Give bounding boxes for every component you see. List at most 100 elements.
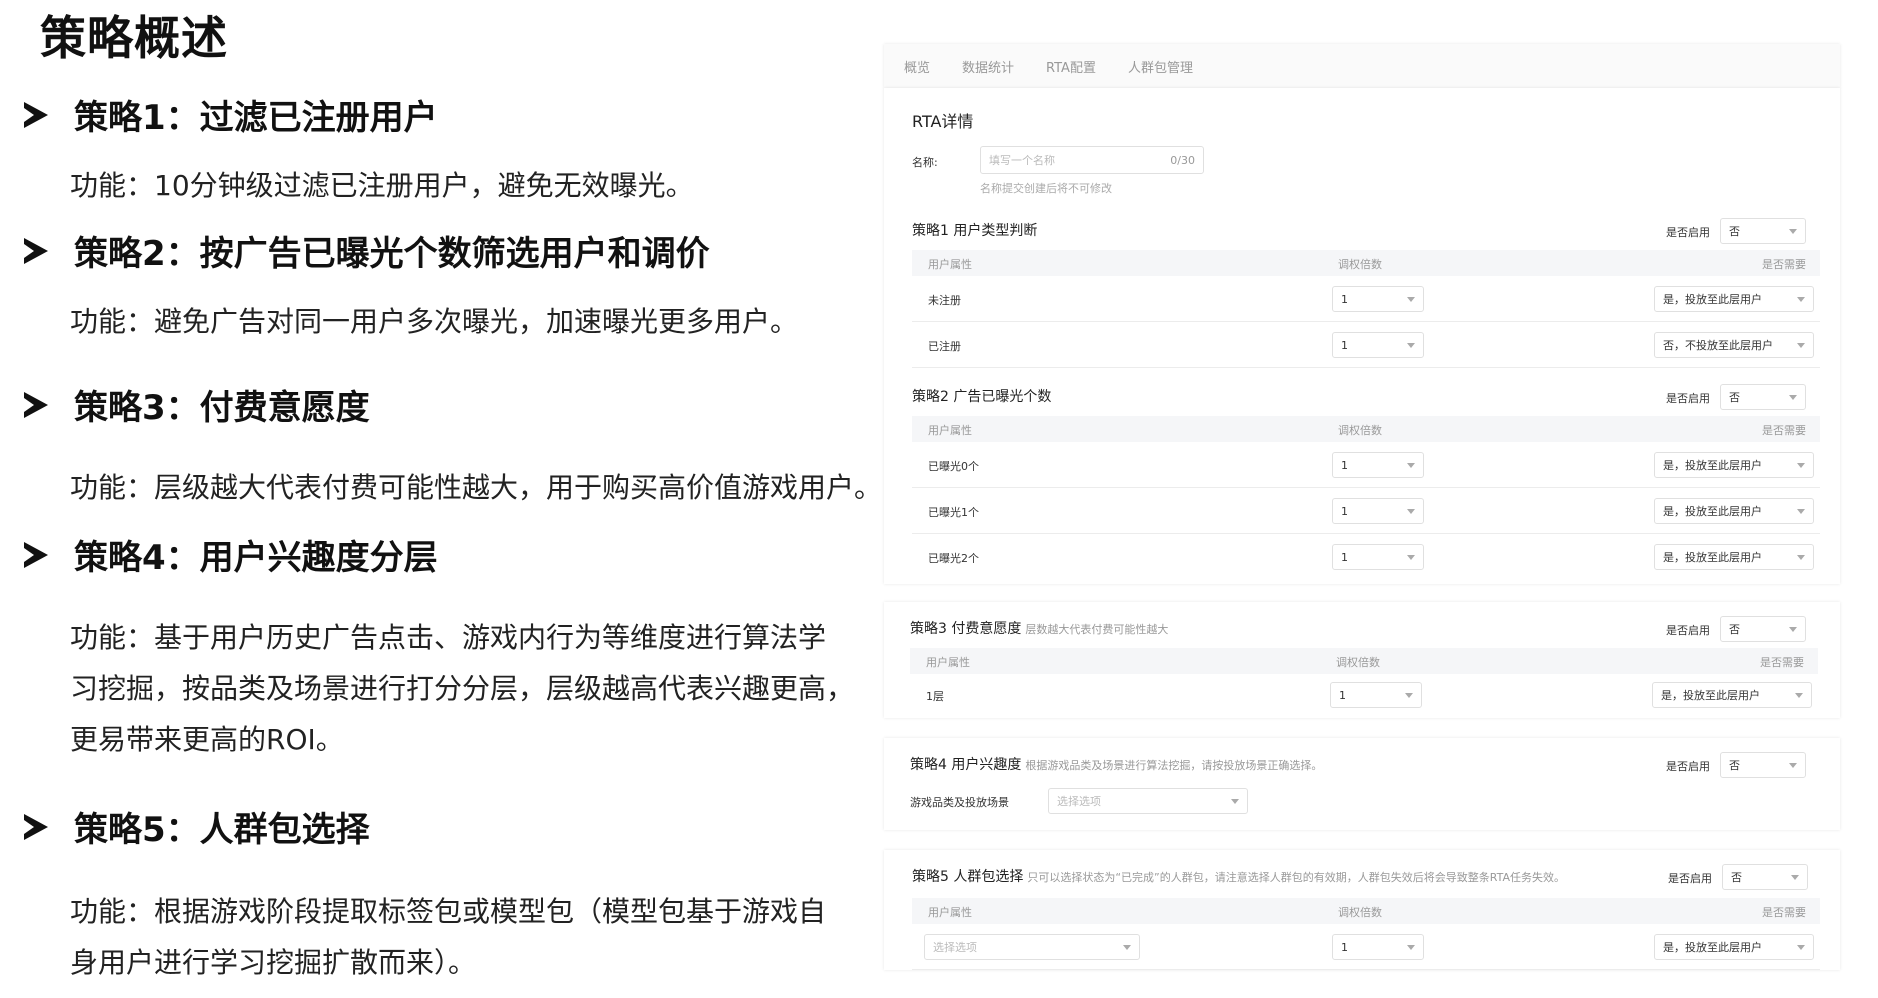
table-row: 未注册 1 是，投放至此层用户 (912, 276, 1820, 322)
rta-detail-title: RTA详情 (912, 112, 974, 131)
select-value: 是，投放至此层用户 (1663, 941, 1762, 954)
strategy-5-card: 策略5 人群包选择 只可以选择状态为“已完成”的人群包，请注意选择人群包的有效期，… (884, 850, 1840, 970)
tab-data-stats[interactable]: 数据统计 (962, 57, 1014, 76)
chevron-down-icon (1407, 509, 1415, 514)
need-select[interactable]: 是，投放至此层用户 (1652, 682, 1812, 708)
nav-tabs: 概览 数据统计 RTA配置 人群包管理 (884, 44, 1840, 88)
arrow-bullet-icon (22, 99, 52, 131)
arrow-bullet-icon (22, 539, 52, 571)
strategy-3-enable-select[interactable]: 否 (1720, 616, 1806, 642)
table-header: 用户属性 调权倍数 是否需要 (912, 898, 1820, 924)
multiplier-select[interactable]: 1 (1332, 286, 1424, 312)
row-attr: 已曝光0个 (928, 460, 979, 473)
chevron-down-icon (1407, 343, 1415, 348)
chevron-down-icon (1795, 693, 1803, 698)
enable-label: 是否启用 (1666, 392, 1710, 405)
row-attr: 已曝光1个 (928, 506, 979, 519)
strategy-5-section-title: 策略5 人群包选择 只可以选择状态为“已完成”的人群包，请注意选择人群包的有效期，… (912, 866, 1565, 886)
strategy-1-heading: 策略1：过滤已注册用户 (22, 90, 438, 139)
select-value: 是，投放至此层用户 (1663, 505, 1762, 518)
tab-rta-config[interactable]: RTA配置 (1046, 57, 1096, 76)
name-hint: 名称提交创建后将不可修改 (980, 182, 1112, 195)
strategy-4-section-title: 策略4 用户兴趣度 根据游戏品类及场景进行算法挖掘，请按投放场景正确选择。 (910, 754, 1322, 774)
audience-package-select[interactable]: 选择选项 (924, 934, 1140, 960)
chevron-down-icon (1407, 945, 1415, 950)
select-value: 1 (1341, 504, 1348, 518)
need-select[interactable]: 否，不投放至此层用户 (1654, 332, 1814, 358)
multiplier-select[interactable]: 1 (1332, 452, 1424, 478)
game-category-label: 游戏品类及投放场景 (910, 796, 1009, 809)
table-row: 已注册 1 否，不投放至此层用户 (912, 322, 1820, 368)
row-attr: 已曝光2个 (928, 552, 979, 565)
need-select[interactable]: 是，投放至此层用户 (1654, 286, 1814, 312)
strategy-3-desc: 功能：层级越大代表付费可能性越大，用于购买高价值游戏用户。 (70, 471, 883, 504)
col-multiplier: 调权倍数 (1336, 656, 1380, 669)
multiplier-select[interactable]: 1 (1332, 934, 1424, 960)
select-value: 否，不投放至此层用户 (1663, 339, 1773, 352)
col-user-attr: 用户属性 (928, 906, 972, 919)
select-value: 1 (1341, 940, 1348, 954)
table-row: 已曝光1个 1 是，投放至此层用户 (912, 488, 1820, 534)
table-header: 用户属性 调权倍数 是否需要 (912, 250, 1820, 276)
col-multiplier: 调权倍数 (1338, 906, 1382, 919)
need-select[interactable]: 是，投放至此层用户 (1654, 544, 1814, 570)
strategy-2-enable-select[interactable]: 否 (1720, 384, 1806, 410)
strategy-4-desc-line: 功能：基于用户历史广告点击、游戏内行为等维度进行算法学 (70, 621, 827, 654)
need-select[interactable]: 是，投放至此层用户 (1654, 934, 1814, 960)
chevron-down-icon (1789, 229, 1797, 234)
chevron-down-icon (1407, 463, 1415, 468)
strategy-1-enable-select[interactable]: 否 (1720, 218, 1806, 244)
strategy-5-desc-line: 功能：根据游戏阶段提取标签包或模型包（模型包基于游戏自 (70, 895, 827, 928)
name-placeholder: 填写一个名称 (989, 154, 1055, 167)
game-category-select[interactable]: 选择选项 (1048, 788, 1248, 814)
strategy-5-desc: 功能：根据游戏阶段提取标签包或模型包（模型包基于游戏自 身用户进行学习挖掘扩散而… (70, 886, 826, 988)
multiplier-select[interactable]: 1 (1332, 498, 1424, 524)
strategy-3-hint: 层数越大代表付费可能性越大 (1025, 623, 1169, 636)
chevron-down-icon (1797, 555, 1805, 560)
strategy-3-title-text: 策略3 付费意愿度 (910, 621, 1022, 637)
need-select[interactable]: 是，投放至此层用户 (1654, 498, 1814, 524)
chevron-down-icon (1797, 945, 1805, 950)
col-multiplier: 调权倍数 (1338, 424, 1382, 437)
slide-title: 策略概述 (40, 11, 228, 65)
select-value: 是，投放至此层用户 (1661, 689, 1760, 702)
strategy-2-desc: 功能：避免广告对同一用户多次曝光，加速曝光更多用户。 (70, 305, 799, 338)
col-user-attr: 用户属性 (928, 424, 972, 437)
strategy-2-section-title: 策略2 广告已曝光个数 (912, 389, 1052, 405)
multiplier-select[interactable]: 1 (1332, 332, 1424, 358)
strategy-3-heading: 策略3：付费意愿度 (22, 380, 370, 429)
select-placeholder: 选择选项 (933, 941, 977, 954)
strategy-4-title: 策略4：用户兴趣度分层 (74, 538, 438, 578)
strategy-3-title: 策略3：付费意愿度 (74, 388, 370, 428)
strategy-4-desc: 功能：基于用户历史广告点击、游戏内行为等维度进行算法学 习挖掘，按品类及场景进行… (70, 612, 854, 765)
col-user-attr: 用户属性 (928, 258, 972, 271)
name-label: 名称: (912, 156, 938, 169)
strategy-3-section-title: 策略3 付费意愿度 层数越大代表付费可能性越大 (910, 618, 1168, 638)
name-input[interactable]: 填写一个名称 0/30 (980, 146, 1204, 174)
select-placeholder: 选择选项 (1057, 795, 1101, 808)
select-value: 否 (1729, 759, 1740, 772)
col-user-attr: 用户属性 (926, 656, 970, 669)
strategy-1-section-title: 策略1 用户类型判断 (912, 223, 1038, 239)
table-row: 已曝光2个 1 是，投放至此层用户 (912, 534, 1820, 580)
chevron-down-icon (1789, 627, 1797, 632)
tab-audience-management[interactable]: 人群包管理 (1128, 57, 1193, 76)
multiplier-select[interactable]: 1 (1330, 682, 1422, 708)
chevron-down-icon (1123, 945, 1131, 950)
table-row: 1层 1 是，投放至此层用户 (910, 674, 1818, 720)
tab-overview[interactable]: 概览 (904, 57, 930, 76)
multiplier-select[interactable]: 1 (1332, 544, 1424, 570)
strategy-4-enable-select[interactable]: 否 (1720, 752, 1806, 778)
chevron-down-icon (1797, 509, 1805, 514)
enable-label: 是否启用 (1666, 760, 1710, 773)
chevron-down-icon (1407, 297, 1415, 302)
col-multiplier: 调权倍数 (1338, 258, 1382, 271)
enable-label: 是否启用 (1666, 226, 1710, 239)
strategy-5-enable-select[interactable]: 否 (1722, 864, 1808, 890)
strategy-1-desc: 功能：10分钟级过滤已注册用户，避免无效曝光。 (70, 169, 694, 202)
need-select[interactable]: 是，投放至此层用户 (1654, 452, 1814, 478)
col-need: 是否需要 (1762, 906, 1806, 919)
strategy-5-title: 策略5：人群包选择 (74, 810, 370, 850)
strategy-4-desc-line: 更易带来更高的ROI。 (70, 723, 344, 756)
select-value: 1 (1339, 688, 1346, 702)
